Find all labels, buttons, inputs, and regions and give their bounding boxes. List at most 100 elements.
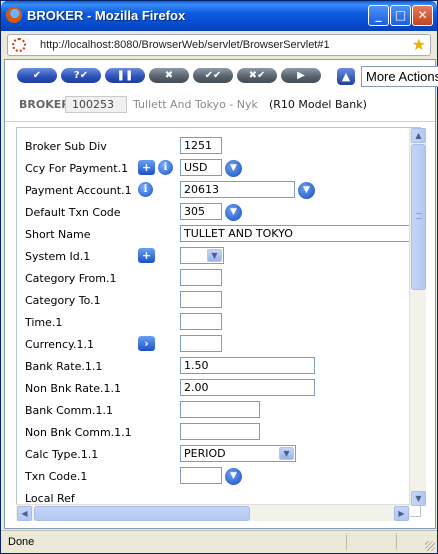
browser-window: BROKER - Mozilla Firefox _ □ ✕ http://lo… (0, 0, 438, 554)
field-label: Short Name (25, 228, 91, 241)
field-label: Time.1 (25, 316, 63, 329)
bank-rate-row: Bank Rate.1.1 1.50 (17, 357, 407, 377)
expand-plus-icon[interactable]: + (138, 160, 155, 175)
txn-code-input[interactable] (180, 467, 222, 484)
non-bnk-comm-row: Non Bnk Comm.1.1 (17, 423, 407, 443)
non-bnk-rate-input[interactable]: 2.00 (180, 379, 315, 396)
category-to-row: Category To.1 (17, 291, 407, 311)
vertical-scrollbar[interactable]: ▲ ▼ (409, 128, 426, 506)
calc-type-select[interactable]: PERIOD ▼ (180, 445, 296, 462)
scroll-right-icon[interactable]: ▶ (394, 506, 409, 521)
default-txn-code-row: Default Txn Code 305 ▼ (17, 203, 407, 223)
field-label: Payment Account.1 (25, 184, 132, 197)
navigation-bar: http://localhost:8080/BrowserWeb/servlet… (1, 31, 437, 59)
field-label: Non Bnk Comm.1.1 (25, 426, 132, 439)
field-label: Default Txn Code (25, 206, 121, 219)
grip-icon (416, 213, 422, 219)
info-icon[interactable]: i (158, 160, 173, 175)
time-input[interactable] (180, 313, 222, 330)
chevron-down-icon: ▼ (279, 447, 294, 460)
reverse-button[interactable]: ✖✔ (237, 68, 277, 83)
status-text: Done (8, 536, 35, 548)
broker-sub-div-row: Broker Sub Div 1251 (17, 137, 407, 157)
bank-rate-input[interactable]: 1.50 (180, 357, 315, 374)
horizontal-scrollbar[interactable]: ◀ ▶ (16, 504, 410, 521)
company-name: (R10 Model Bank) (269, 98, 367, 111)
more-actions-select[interactable]: More Actions (361, 66, 438, 87)
record-id-field: 100253 (65, 96, 127, 113)
hold-button[interactable]: ❚❚ (105, 68, 145, 83)
time-row: Time.1 (17, 313, 407, 333)
delete-button[interactable]: ✖ (149, 68, 189, 83)
txn-code-row: Txn Code.1 ▼ (17, 467, 407, 487)
system-id-select[interactable]: ▼ (180, 247, 224, 264)
field-label: Non Bnk Rate.1.1 (25, 382, 122, 395)
commit-button[interactable]: ✔ (17, 68, 57, 83)
scroll-thumb[interactable] (411, 144, 426, 290)
field-label: System Id.1 (25, 250, 91, 263)
non-bnk-rate-row: Non Bnk Rate.1.1 2.00 (17, 379, 407, 399)
window-title: BROKER - Mozilla Firefox (27, 8, 186, 23)
record-header: BROKER 100253 Tullett And Tokyo - Nyk (R… (19, 96, 435, 114)
maximize-icon[interactable]: □ (390, 5, 411, 26)
action-toolbar: ✔ ?✔ ❚❚ ✖ ✔✔ ✖✔ ▶ ▲ More Actions BROKER … (5, 60, 438, 122)
broker-sub-div-input[interactable]: 1251 (180, 137, 222, 154)
field-label: Calc Type.1.1 (25, 448, 99, 461)
scroll-thumb[interactable] (34, 506, 250, 521)
bank-comm-row: Bank Comm.1.1 (17, 401, 407, 421)
dropdown-icon[interactable]: ▼ (225, 468, 242, 485)
firefox-icon (6, 7, 22, 23)
scroll-up-icon[interactable]: ▲ (411, 128, 426, 143)
close-icon[interactable]: ✕ (412, 5, 433, 26)
record-name: Tullett And Tokyo - Nyk (133, 98, 258, 111)
dropdown-icon[interactable]: ▼ (225, 160, 242, 177)
default-txn-code-input[interactable]: 305 (180, 203, 222, 220)
scroll-down-icon[interactable]: ▼ (411, 491, 426, 506)
category-from-input[interactable] (180, 269, 222, 286)
loading-icon (12, 38, 26, 52)
category-to-input[interactable] (180, 291, 222, 308)
dropdown-icon[interactable]: ▼ (225, 204, 242, 221)
chevron-down-icon: ▼ (207, 249, 222, 262)
authorise-button[interactable]: ✔✔ (193, 68, 233, 83)
select-value: PERIOD (184, 447, 226, 460)
status-divider (346, 534, 347, 550)
field-label: Bank Comm.1.1 (25, 404, 113, 417)
short-name-row: Short Name TULLET AND TOKYO (17, 225, 410, 245)
bank-comm-input[interactable] (180, 401, 260, 418)
system-id-row: System Id.1 + ▼ (17, 247, 407, 267)
payment-account-row: Payment Account.1 i 20613 ▼ (17, 181, 407, 201)
field-label: Category To.1 (25, 294, 101, 307)
category-from-row: Category From.1 (17, 269, 407, 289)
info-icon[interactable]: i (138, 182, 153, 197)
minimize-icon[interactable]: _ (368, 5, 389, 26)
url-bar[interactable]: http://localhost:8080/BrowserWeb/servlet… (7, 34, 431, 56)
form-panel: Broker Sub Div 1251 Ccy For Payment.1 + … (16, 127, 421, 517)
field-label: Category From.1 (25, 272, 117, 285)
payment-account-input[interactable]: 20613 (180, 181, 295, 198)
ccy-for-payment-input[interactable]: USD (180, 159, 222, 176)
non-bnk-comm-input[interactable] (180, 423, 260, 440)
expand-plus-icon[interactable]: + (138, 248, 155, 263)
dropdown-icon[interactable]: ▼ (298, 182, 315, 199)
next-button[interactable]: ▶ (281, 68, 321, 83)
calc-type-row: Calc Type.1.1 PERIOD ▼ (17, 445, 407, 465)
field-label: Broker Sub Div (25, 140, 107, 153)
field-label: Txn Code.1 (25, 470, 88, 483)
url-text[interactable]: http://localhost:8080/BrowserWeb/servlet… (40, 39, 330, 51)
resize-grip-icon[interactable] (425, 541, 435, 551)
status-divider (396, 534, 397, 550)
ccy-for-payment-row: Ccy For Payment.1 + i USD ▼ (17, 159, 407, 179)
scroll-left-icon[interactable]: ◀ (17, 506, 32, 521)
expand-arrow-icon[interactable]: › (138, 336, 155, 351)
validate-button[interactable]: ?✔ (61, 68, 101, 83)
application-label: BROKER (19, 98, 70, 111)
field-label: Ccy For Payment.1 (25, 162, 129, 175)
up-arrow-icon[interactable]: ▲ (337, 68, 355, 85)
star-icon[interactable]: ★ (412, 35, 426, 54)
page-content: ✔ ?✔ ❚❚ ✖ ✔✔ ✖✔ ▶ ▲ More Actions BROKER … (4, 59, 438, 529)
title-bar: BROKER - Mozilla Firefox _ □ ✕ (1, 1, 437, 31)
short-name-input[interactable]: TULLET AND TOKYO (180, 225, 410, 242)
currency-row: Currency.1.1 › (17, 335, 407, 355)
currency-input[interactable] (180, 335, 222, 352)
